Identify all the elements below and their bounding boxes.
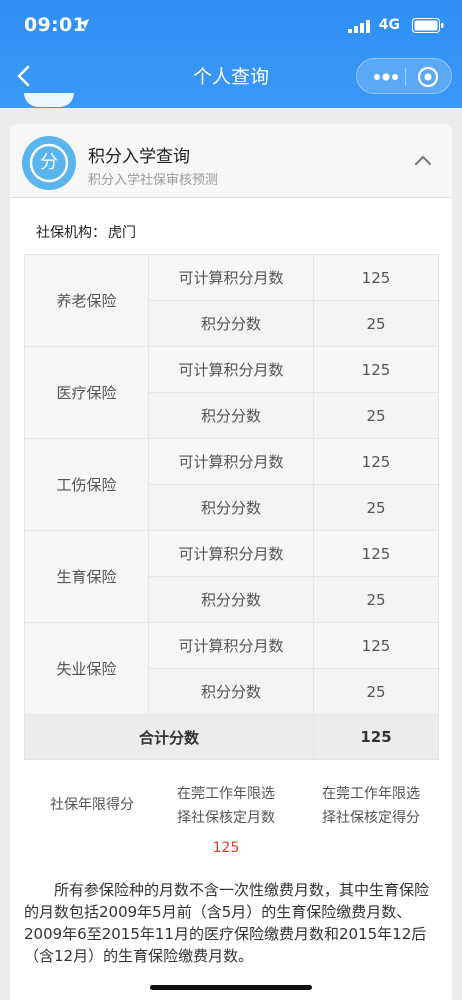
status-bar: 09:01 4G bbox=[0, 0, 462, 50]
years-score-label: 社保年限得分 bbox=[50, 797, 134, 813]
total-row: 合计分数 125 bbox=[24, 714, 439, 760]
months-value: 125 bbox=[313, 254, 439, 301]
social-security-org: 社保机构： 虎门 bbox=[34, 222, 136, 242]
top-header: 09:01 4G 个人查询 bbox=[0, 0, 462, 108]
card-header[interactable]: 分 积分入学查询 积分入学社保审核预测 bbox=[10, 124, 452, 198]
insurance-type: 工伤保险 bbox=[24, 438, 149, 531]
years-months-header: 在莞工作年限选 择社保核定月数 bbox=[158, 782, 294, 830]
score-label: 积分分数 bbox=[148, 668, 314, 715]
years-months-value: 125 bbox=[212, 840, 240, 856]
years-score-line1: 在莞工作年限选 bbox=[322, 786, 420, 802]
points-enrollment-card: 分 积分入学查询 积分入学社保审核预测 社保机构： 虎门 养老保险 可计算积分月数 1… bbox=[10, 124, 452, 1000]
card-subtitle: 积分入学社保审核预测 bbox=[88, 173, 219, 188]
footnote-text: 所有参保险种的月数不含一次性缴费月数，其中生育保险的月数包括2009年5月前（含… bbox=[24, 881, 430, 965]
logo-char: 分 bbox=[40, 152, 58, 173]
capsule-divider bbox=[405, 68, 406, 86]
score-value: 25 bbox=[313, 576, 439, 623]
months-value: 125 bbox=[313, 530, 439, 577]
months-value: 125 bbox=[313, 438, 439, 485]
years-score-section: 社保年限得分 在莞工作年限选 择社保核定月数 在莞工作年限选 择社保核定得分 1… bbox=[10, 772, 452, 882]
insurance-type: 失业保险 bbox=[24, 622, 149, 715]
years-months-line2: 择社保核定月数 bbox=[177, 810, 275, 826]
more-options-icon[interactable] bbox=[371, 68, 401, 86]
table-row: 生育保险 可计算积分月数 125 bbox=[24, 530, 439, 623]
years-months-line1: 在莞工作年限选 bbox=[177, 786, 275, 802]
months-value: 125 bbox=[313, 346, 439, 393]
location-arrow-icon bbox=[79, 19, 89, 29]
months-label: 可计算积分月数 bbox=[148, 254, 314, 301]
table-row: 养老保险 可计算积分月数 125 bbox=[24, 254, 439, 347]
table-row: 医疗保险 可计算积分月数 125 bbox=[24, 346, 439, 439]
score-label: 积分分数 bbox=[148, 300, 314, 347]
status-time: 09:01 bbox=[24, 14, 86, 36]
total-label: 合计分数 bbox=[24, 714, 314, 760]
signal-icon bbox=[348, 20, 370, 33]
score-value: 25 bbox=[313, 484, 439, 531]
months-label: 可计算积分月数 bbox=[148, 438, 314, 485]
months-label: 可计算积分月数 bbox=[148, 622, 314, 669]
card-title: 积分入学查询 bbox=[88, 147, 190, 167]
battery-icon bbox=[412, 18, 444, 33]
insurance-table: 养老保险 可计算积分月数 125 积分分数 25 医疗保险 可计算积分月数 125 积分分数 25… bbox=[24, 254, 439, 760]
months-label: 可计算积分月数 bbox=[148, 346, 314, 393]
insurance-type: 养老保险 bbox=[24, 254, 149, 347]
total-value: 125 bbox=[313, 714, 439, 760]
mini-program-capsule bbox=[356, 58, 452, 94]
org-label: 社保机构： bbox=[36, 225, 106, 241]
score-label: 积分分数 bbox=[148, 484, 314, 531]
table-row: 工伤保险 可计算积分月数 125 bbox=[24, 438, 439, 531]
org-value: 虎门 bbox=[108, 225, 136, 241]
home-indicator[interactable] bbox=[150, 985, 312, 990]
chevron-up-icon[interactable] bbox=[414, 154, 432, 166]
score-label: 积分分数 bbox=[148, 576, 314, 623]
months-value: 125 bbox=[313, 622, 439, 669]
insurance-type: 医疗保险 bbox=[24, 346, 149, 439]
close-mini-program-icon[interactable] bbox=[417, 66, 439, 88]
years-score-header: 在莞工作年限选 择社保核定得分 bbox=[300, 782, 442, 830]
previous-card-edge bbox=[24, 93, 74, 107]
score-value: 25 bbox=[313, 300, 439, 347]
table-row: 失业保险 可计算积分月数 125 bbox=[24, 622, 439, 715]
score-value: 25 bbox=[313, 392, 439, 439]
network-type: 4G bbox=[378, 17, 400, 33]
score-value: 25 bbox=[313, 668, 439, 715]
insurance-type: 生育保险 bbox=[24, 530, 149, 623]
score-label: 积分分数 bbox=[148, 392, 314, 439]
months-label: 可计算积分月数 bbox=[148, 530, 314, 577]
years-score-line2: 择社保核定得分 bbox=[322, 810, 420, 826]
